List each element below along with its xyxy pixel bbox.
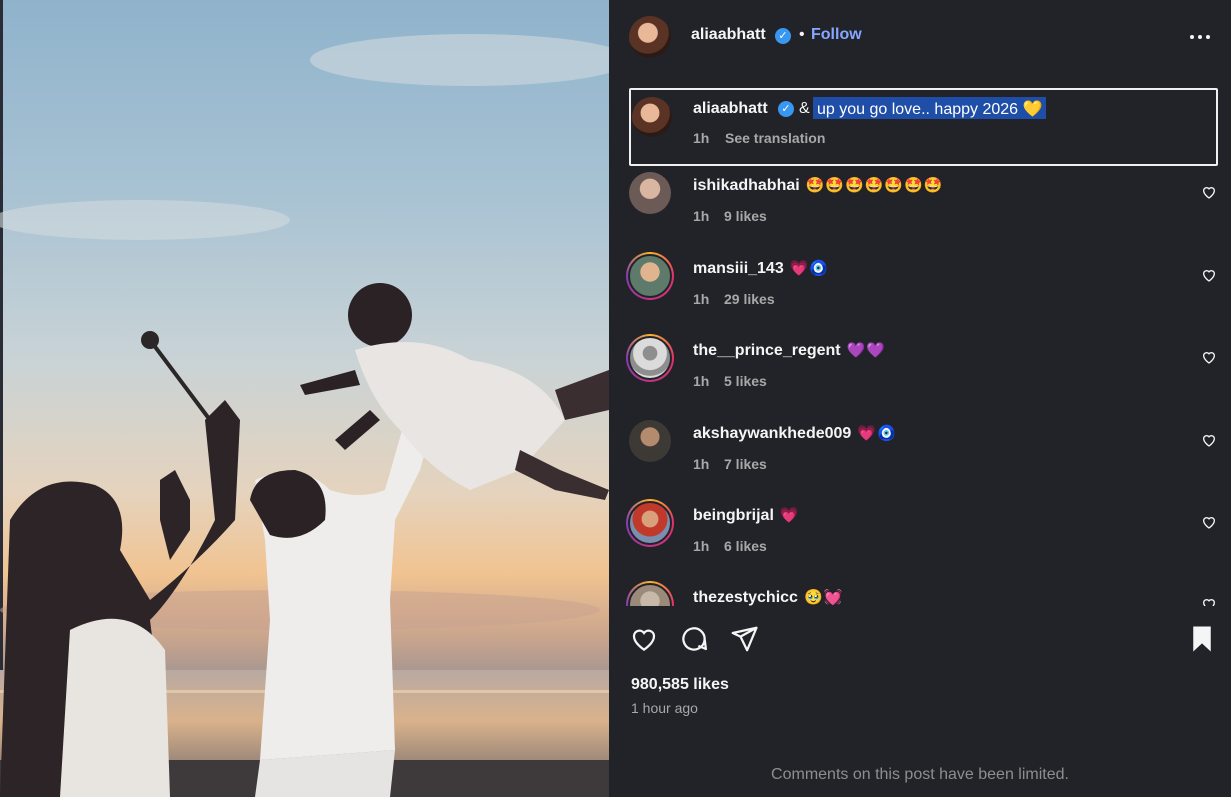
comment-text: 🥹💓 xyxy=(803,589,844,606)
follow-button[interactable]: Follow xyxy=(811,26,862,44)
comment-text: 🤩🤩🤩🤩🤩🤩🤩 xyxy=(805,177,944,194)
story-ring[interactable] xyxy=(626,334,674,382)
comment-time: 1h xyxy=(693,208,710,224)
comment-time: 1h xyxy=(693,456,710,472)
story-ring[interactable] xyxy=(626,499,674,547)
comment-item: the__prince_regent 💜💜 1h 5 likes xyxy=(609,334,1231,419)
caption-prefix: & xyxy=(799,100,810,117)
comment-text: 💗 xyxy=(779,507,800,524)
see-translation-link[interactable]: See translation xyxy=(725,130,825,146)
commenter-username[interactable]: thezestychicc 🥹💓 xyxy=(693,588,843,606)
like-comment-heart-icon[interactable] xyxy=(1201,514,1217,530)
photo-scene xyxy=(0,34,609,797)
caption-text-selected: up you go love.. happy 2026 💛 xyxy=(813,97,1047,119)
commenter-username[interactable]: mansiii_143 💗🧿 xyxy=(693,259,829,278)
caption-time: 1h xyxy=(693,130,710,146)
caption-username[interactable]: aliaabhatt xyxy=(693,100,768,118)
post-header: aliaabhatt ✓ • Follow xyxy=(609,0,1231,72)
send-icon[interactable] xyxy=(729,624,759,654)
comment-likes[interactable]: 9 likes xyxy=(724,208,767,224)
bookmark-filled-icon[interactable] xyxy=(1187,624,1217,654)
commenter-avatar xyxy=(628,501,672,545)
separator: • xyxy=(799,26,805,43)
like-comment-heart-icon[interactable] xyxy=(1201,432,1217,448)
comment-item: ishikadhabhai 🤩🤩🤩🤩🤩🤩🤩 1h 9 likes xyxy=(609,172,1231,254)
like-comment-heart-icon[interactable] xyxy=(1201,184,1217,200)
comments-limited-notice: Comments on this post have been limited. xyxy=(771,766,1069,783)
comment-likes[interactable]: 7 likes xyxy=(724,456,767,472)
author-avatar[interactable] xyxy=(629,16,671,58)
like-comment-heart-icon[interactable] xyxy=(1201,349,1217,365)
comment-icon[interactable] xyxy=(679,624,709,654)
comment-text: 💗🧿 xyxy=(857,425,897,442)
default-avatar-icon xyxy=(628,336,672,380)
commenter-avatar[interactable] xyxy=(629,420,671,462)
post-photo[interactable] xyxy=(0,0,609,797)
verified-badge-icon: ✓ xyxy=(778,101,794,117)
comment-likes[interactable]: 29 likes xyxy=(724,291,775,307)
post-detail-panel: aliaabhatt ✓ • Follow aliaabhatt ✓ & up … xyxy=(609,0,1231,797)
comment-likes[interactable]: 5 likes xyxy=(724,373,767,389)
commenter-avatar xyxy=(628,583,672,606)
like-comment-heart-icon[interactable] xyxy=(1201,267,1217,283)
story-ring[interactable] xyxy=(626,581,674,606)
verified-badge-icon: ✓ xyxy=(775,28,791,44)
comment-item: mansiii_143 💗🧿 1h 29 likes xyxy=(609,252,1231,337)
more-options-icon[interactable] xyxy=(1189,28,1211,46)
likes-count[interactable]: 980,585 likes xyxy=(631,676,729,694)
heart-outline-icon[interactable] xyxy=(629,624,659,654)
comment-time: 1h xyxy=(693,291,710,307)
commenter-username[interactable]: akshaywankhede009 💗🧿 xyxy=(693,424,897,443)
comment-text: 💗🧿 xyxy=(789,260,830,277)
post-actions xyxy=(609,620,1231,660)
post-time: 1 hour ago xyxy=(631,700,698,716)
commenter-username[interactable]: ishikadhabhai 🤩🤩🤩🤩🤩🤩🤩 xyxy=(693,176,943,195)
caption: aliaabhatt ✓ & up you go love.. happy 20… xyxy=(629,88,1218,166)
caption-avatar[interactable] xyxy=(632,97,672,137)
comment-likes[interactable]: 6 likes xyxy=(724,538,767,554)
comment-item: thezestychicc 🥹💓 xyxy=(609,581,1231,606)
comment-item: beingbrijal 💗 1h 6 likes xyxy=(609,499,1231,584)
author-username[interactable]: aliaabhatt xyxy=(691,26,766,44)
comment-text: 💜💜 xyxy=(846,342,886,359)
comment-time: 1h xyxy=(693,538,710,554)
commenter-avatar xyxy=(628,254,672,298)
commenter-avatar[interactable] xyxy=(629,172,671,214)
comment-item: akshaywankhede009 💗🧿 1h 7 likes xyxy=(609,420,1231,502)
like-comment-heart-icon[interactable] xyxy=(1201,596,1217,606)
story-ring[interactable] xyxy=(626,252,674,300)
comment-time: 1h xyxy=(693,373,710,389)
comments-list[interactable]: aliaabhatt ✓ & up you go love.. happy 20… xyxy=(609,86,1231,606)
commenter-username[interactable]: the__prince_regent 💜💜 xyxy=(693,341,886,360)
commenter-username[interactable]: beingbrijal 💗 xyxy=(693,506,800,525)
